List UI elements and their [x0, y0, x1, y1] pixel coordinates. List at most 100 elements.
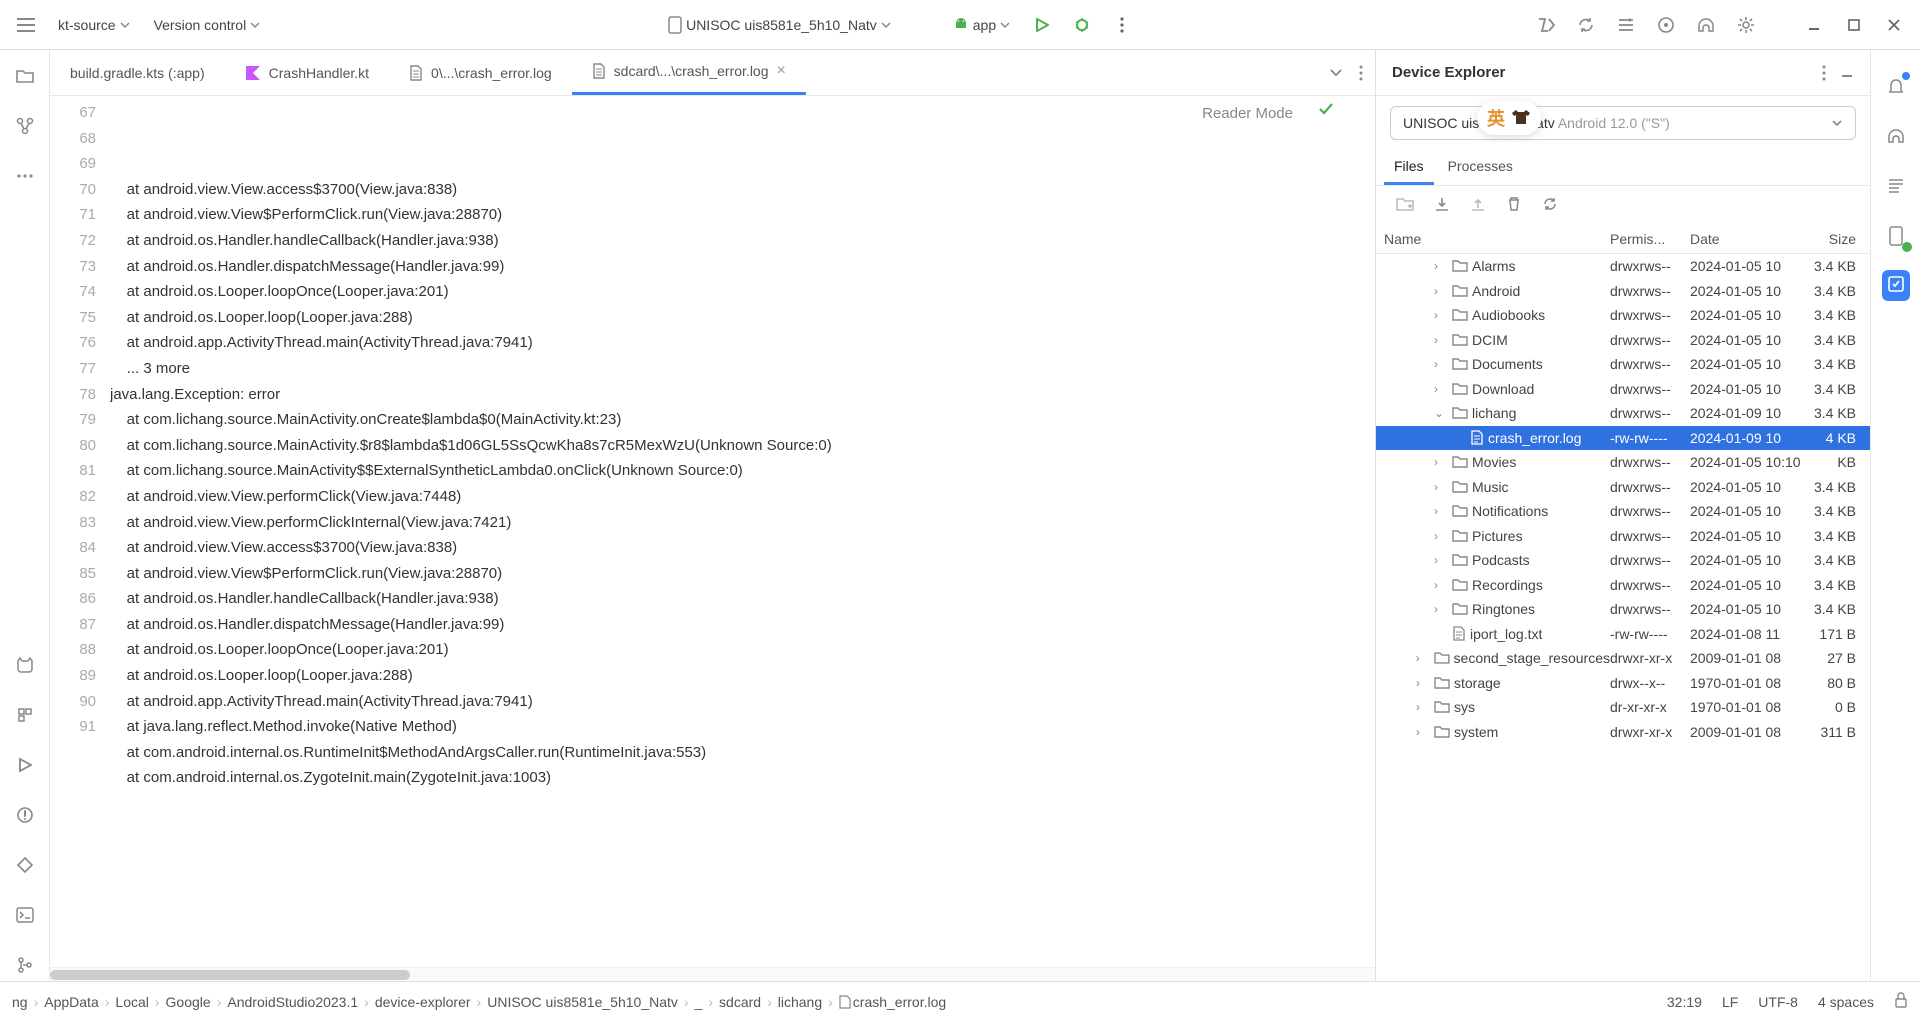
build-tool-icon[interactable] [9, 699, 41, 731]
file-row[interactable]: ›Documentsdrwxrws--2024-01-05 103.4 KB [1376, 352, 1870, 377]
elephant-icon[interactable] [1690, 9, 1722, 41]
emulator-tool-icon[interactable] [1880, 220, 1912, 252]
breadcrumb-item[interactable]: Google [166, 994, 211, 1010]
breadcrumb-item[interactable]: lichang [778, 994, 822, 1010]
explorer-subtab[interactable]: Processes [1438, 150, 1523, 185]
folder-icon [1452, 284, 1468, 298]
download-icon[interactable] [1434, 196, 1450, 215]
panel-more-icon[interactable] [1822, 65, 1826, 81]
make-icon[interactable] [1610, 9, 1642, 41]
delete-icon[interactable] [1506, 196, 1522, 215]
file-icon [1452, 626, 1466, 641]
reader-mode-label[interactable]: Reader Mode [1202, 101, 1293, 127]
ime-indicator[interactable]: 英 [1477, 101, 1541, 135]
editor-tab[interactable]: CrashHandler.kt [225, 50, 389, 95]
breadcrumb-item[interactable]: device-explorer [375, 994, 471, 1010]
notifications-tool-icon[interactable] [1880, 70, 1912, 102]
file-row[interactable]: iport_log.txt-rw-rw----2024-01-08 11171 … [1376, 622, 1870, 647]
line-ending[interactable]: LF [1722, 994, 1738, 1010]
outline-tool-icon[interactable] [1880, 170, 1912, 202]
upload-icon[interactable] [1470, 196, 1486, 215]
breadcrumb[interactable]: ng›AppData›Local›Google›AndroidStudio202… [12, 994, 946, 1010]
file-row[interactable]: ›second_stage_resourcesdrwxr-xr-x2009-01… [1376, 646, 1870, 671]
horizontal-scrollbar[interactable] [50, 967, 1375, 981]
debug-button[interactable] [1066, 9, 1098, 41]
vcs-dropdown[interactable]: Version control [146, 13, 269, 37]
project-dropdown[interactable]: kt-source [50, 13, 138, 37]
readonly-lock-icon[interactable] [1894, 992, 1908, 1011]
diamond-tool-icon[interactable] [9, 849, 41, 881]
caret-position[interactable]: 32:19 [1667, 994, 1702, 1010]
breadcrumb-item[interactable]: sdcard [719, 994, 761, 1010]
folder-icon [1434, 700, 1450, 714]
file-row[interactable]: ›sysdr-xr-xr-x1970-01-01 080 B [1376, 695, 1870, 720]
device-explorer-tool-icon[interactable] [1882, 270, 1910, 301]
editor-tab[interactable]: 0\...\crash_error.log [389, 50, 572, 95]
file-row[interactable]: ›DCIMdrwxrws--2024-01-05 103.4 KB [1376, 328, 1870, 353]
panel-minimize-icon[interactable] [1840, 65, 1854, 79]
editor-tab[interactable]: build.gradle.kts (:app) [50, 50, 225, 95]
breadcrumb-item[interactable]: UNISOC uis8581e_5h10_Natv [487, 994, 678, 1010]
kotlin-icon [245, 65, 261, 81]
more-actions-icon[interactable] [1106, 9, 1138, 41]
main-toolbar: kt-source Version control UNISOC uis8581… [0, 0, 1920, 50]
gradle-tool-icon[interactable] [1880, 120, 1912, 152]
file-row[interactable]: ›storagedrwx--x--1970-01-01 0880 B [1376, 671, 1870, 696]
breadcrumb-item[interactable]: AppData [44, 994, 98, 1010]
problems-tool-icon[interactable] [9, 799, 41, 831]
sync-icon[interactable] [1570, 9, 1602, 41]
file-row[interactable]: ›Androiddrwxrws--2024-01-05 103.4 KB [1376, 279, 1870, 304]
run-config-dropdown[interactable]: app [945, 13, 1018, 37]
tab-more-icon[interactable] [1359, 65, 1363, 81]
breadcrumb-item[interactable]: _ [695, 994, 703, 1010]
indent-info[interactable]: 4 spaces [1818, 994, 1874, 1010]
vcs-tool-icon[interactable] [9, 949, 41, 981]
phone-icon [668, 16, 682, 34]
maximize-window-icon[interactable] [1838, 9, 1870, 41]
device-select-name: UNISOC uis [1403, 115, 1479, 131]
encoding[interactable]: UTF-8 [1758, 994, 1798, 1010]
hamburger-icon[interactable] [10, 9, 42, 41]
run-button[interactable] [1026, 9, 1058, 41]
minimize-window-icon[interactable] [1798, 9, 1830, 41]
file-row[interactable]: ⌄lichangdrwxrws--2024-01-09 103.4 KB [1376, 401, 1870, 426]
breadcrumb-item[interactable]: AndroidStudio2023.1 [227, 994, 358, 1010]
close-window-icon[interactable] [1878, 9, 1910, 41]
breadcrumb-item[interactable]: crash_error.log [839, 994, 946, 1010]
file-row[interactable]: crash_error.log-rw-rw----2024-01-09 104 … [1376, 426, 1870, 451]
avd-icon[interactable] [1650, 9, 1682, 41]
new-folder-icon[interactable] [1396, 196, 1414, 215]
terminal-tool-icon[interactable] [9, 899, 41, 931]
folder-icon [1452, 308, 1468, 322]
device-dropdown[interactable]: UNISOC uis8581e_5h10_Natv [660, 12, 899, 38]
code-with-me-icon[interactable] [1530, 9, 1562, 41]
file-row[interactable]: ›Musicdrwxrws--2024-01-05 103.4 KB [1376, 475, 1870, 500]
panel-title: Device Explorer [1392, 64, 1505, 81]
cat-tool-icon[interactable] [9, 649, 41, 681]
file-row[interactable]: ›Podcastsdrwxrws--2024-01-05 103.4 KB [1376, 548, 1870, 573]
file-row[interactable]: ›Audiobooksdrwxrws--2024-01-05 103.4 KB [1376, 303, 1870, 328]
structure-tool-icon[interactable] [9, 110, 41, 142]
project-tool-icon[interactable] [9, 60, 41, 92]
breadcrumb-item[interactable]: ng [12, 994, 28, 1010]
file-row[interactable]: ›Notificationsdrwxrws--2024-01-05 103.4 … [1376, 499, 1870, 524]
file-row[interactable]: ›Downloaddrwxrws--2024-01-05 103.4 KB [1376, 377, 1870, 402]
inspection-ok-icon[interactable] [1317, 100, 1335, 127]
close-icon[interactable]: × [777, 62, 786, 80]
file-row[interactable]: ›systemdrwxr-xr-x2009-01-01 08311 B [1376, 720, 1870, 745]
breadcrumb-item[interactable]: Local [115, 994, 148, 1010]
more-tool-icon[interactable] [9, 160, 41, 192]
settings-icon[interactable] [1730, 9, 1762, 41]
editor-tab[interactable]: sdcard\...\crash_error.log× [572, 50, 806, 95]
file-row[interactable]: ›Recordingsdrwxrws--2024-01-05 103.4 KB [1376, 573, 1870, 598]
run-tool-icon[interactable] [9, 749, 41, 781]
file-row[interactable]: ›Moviesdrwxrws--2024-01-05 10:10KB [1376, 450, 1870, 475]
file-row[interactable]: ›Alarmsdrwxrws--2024-01-05 103.4 KB [1376, 254, 1870, 279]
file-row[interactable]: ›Ringtonesdrwxrws--2024-01-05 103.4 KB [1376, 597, 1870, 622]
explorer-subtab[interactable]: Files [1384, 150, 1434, 185]
code-view[interactable]: Reader Mode at android.view.View.access$… [110, 96, 1375, 967]
device-select[interactable]: UNISOC uis Natv Android 12.0 ("S") 英 [1390, 106, 1856, 140]
refresh-icon[interactable] [1542, 196, 1558, 215]
tab-dropdown-icon[interactable] [1329, 68, 1343, 78]
file-row[interactable]: ›Picturesdrwxrws--2024-01-05 103.4 KB [1376, 524, 1870, 549]
